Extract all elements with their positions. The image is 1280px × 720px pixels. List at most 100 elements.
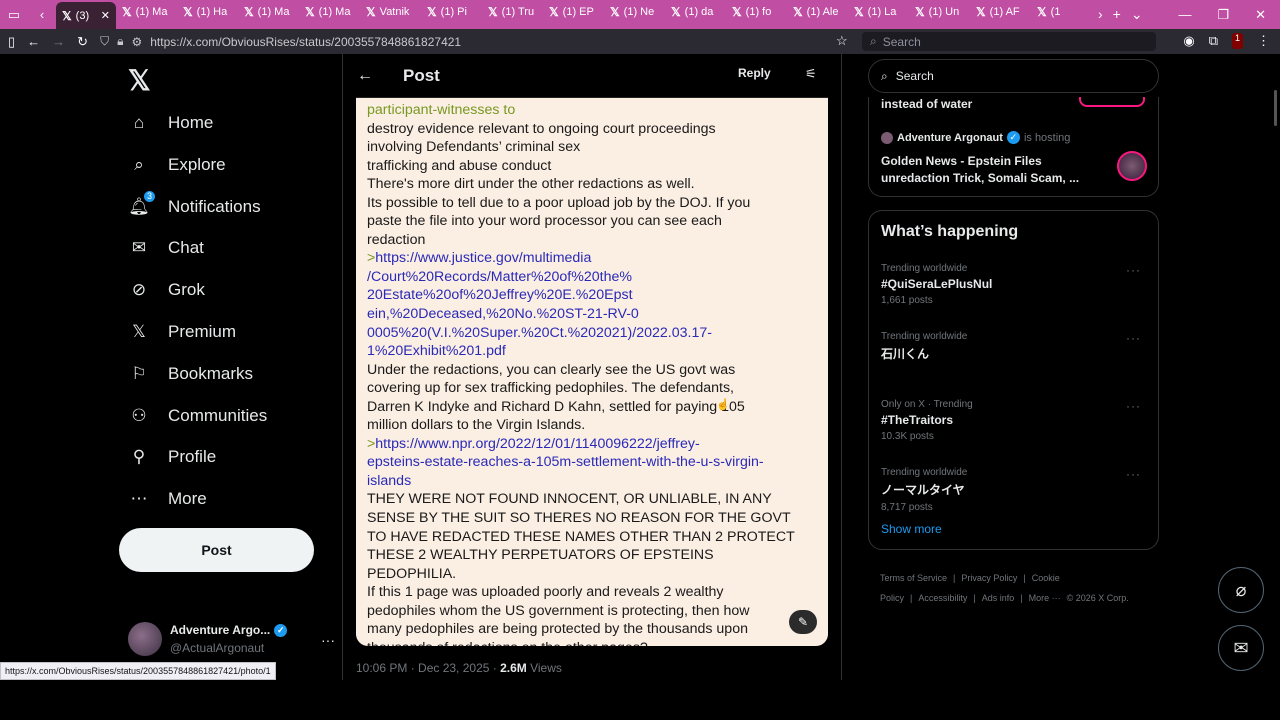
sidebar-item-home[interactable]: ⌂ Home [128,112,214,134]
browser-tab[interactable]: 𝕏 (1) Ma [116,0,177,24]
browser-tab[interactable]: 𝕏 (1) La [848,0,909,24]
footer-link[interactable]: Privacy Policy [961,573,1017,583]
browser-tab[interactable]: 𝕏 (1) Un [909,0,970,24]
browser-tab[interactable]: 𝕏 (1) AF [970,0,1031,24]
menu-icon[interactable]: ⋮ [1257,33,1270,49]
footer-link[interactable]: More ··· [1029,593,1061,603]
document-line: participant-witnesses to [367,101,818,120]
sidebar-item-notifications[interactable]: 🔔︎ 3 Notifications [128,189,261,218]
sidebar-item-profile[interactable]: ⚲ Profile [128,446,216,468]
host-name[interactable]: Adventure Argonaut [897,132,1003,144]
browser-tab[interactable]: 𝕏 Vatnik [360,0,421,24]
more-dots-icon[interactable]: ··· [321,632,335,648]
document-line: redaction [367,231,818,250]
scrollbar[interactable] [1274,90,1277,126]
account-switcher[interactable]: Adventure Argo... ✓ @ActualArgonaut ··· [128,622,335,656]
more-dots-icon[interactable]: ··· [1126,331,1141,345]
line-text: many pedophiles are being protected by t… [367,621,748,638]
ublock-icon[interactable]: 1 [1231,33,1243,49]
x-favicon-icon: 𝕏 [915,5,925,19]
account-icon[interactable]: ◉ [1183,33,1194,49]
permissions-icon[interactable]: ⚙ [131,35,142,49]
tab-list-icon[interactable]: ⌄ [1131,6,1143,23]
post-timestamp[interactable]: 10:06 PM · Dec 23, 2025 · [356,661,500,675]
browser-tab[interactable]: 𝕏 (1) Ha [177,0,238,24]
grok-fab-icon[interactable]: ⌀ [1218,567,1264,613]
x-favicon-icon: 𝕏 [671,5,681,19]
show-more-link[interactable]: Show more [881,522,942,536]
more-dots-icon[interactable]: ··· [1126,467,1141,481]
close-tab-icon[interactable]: ✕ [101,9,110,22]
browser-tab[interactable]: 𝕏 (1) da [665,0,726,24]
x-favicon-icon: 𝕏 [549,5,559,19]
line-text: 20Estate%20of%20Jeffrey%20E.%20Epst [367,287,633,304]
sidebar-toggle-icon[interactable]: ▯ [8,34,15,50]
browser-tab[interactable]: 𝕏 (1) Tru [482,0,543,24]
new-tab-icon[interactable]: + [1113,6,1121,23]
x-logo-icon[interactable]: 𝕏 [128,64,151,97]
forward-icon[interactable]: → [52,34,65,49]
space-thumbnail[interactable] [1117,151,1147,181]
sidebar-item-communities[interactable]: ⚇ Communities [128,405,267,427]
browser-tab[interactable]: 𝕏 (3) ✕ [56,2,116,29]
footer-link[interactable]: Accessibility [918,593,967,603]
notification-badge: 3 [143,189,156,203]
post-button[interactable]: Post [119,528,314,572]
post-image[interactable]: participant-witnesses to destroy evidence… [356,97,828,646]
document-line: PEDOPHILIA. [367,565,818,584]
tab-overview-icon[interactable]: ▭ [0,0,28,29]
url-text[interactable]: https://x.com/ObviousRises/status/200355… [150,35,461,49]
bookmark-star-icon[interactable]: ☆ [836,33,848,49]
back-icon[interactable]: ← [27,34,40,49]
space-host: Adventure Argonaut ✓ is hosting [881,131,1070,144]
more-dots-icon[interactable]: ··· [1126,399,1141,413]
image-edit-icon[interactable]: ✎ [789,610,817,634]
browser-search-input[interactable]: ⌕ Search [862,32,1156,51]
close-window-icon[interactable]: ✕ [1255,7,1266,23]
more-dots-icon[interactable]: ··· [1126,263,1141,277]
line-text: covering up for sex trafficking pedophil… [367,380,735,397]
sidebar-item-chat[interactable]: ✉ Chat [128,237,204,259]
views-label: Views [526,661,562,675]
url-bar[interactable]: ⛉ 🔒︎ ⚙ https://x.com/ObviousRises/status… [100,34,780,49]
footer-link[interactable]: Ads info [982,593,1015,603]
tab-scroll-left-icon[interactable]: ‹ [28,0,56,29]
shield-icon[interactable]: ⛉ [100,34,109,49]
line-text: ein,%20Deceased,%20No.%20ST-21-RV-0 [367,306,639,323]
browser-tab[interactable]: 𝕏 (1) EP [543,0,604,24]
document-line: THESE 2 WEALTHY PERPETUATORS OF EPSTEINS [367,546,818,565]
trend-item[interactable]: Only on X · Trending #TheTraitors 10.3K po… [881,399,1151,442]
trend-item[interactable]: Trending worldwide ノーマルタイヤ 8,717 posts ··· [881,467,1151,513]
browser-tab[interactable]: 𝕏 (1 [1031,0,1092,24]
search-input[interactable]: ⌕ Search [868,59,1159,93]
tab-scroll-right-icon[interactable]: › [1098,6,1103,23]
browser-tab[interactable]: 𝕏 (1) Ma [299,0,360,24]
trend-item[interactable]: Trending worldwide 石川くん ··· [881,331,1151,366]
sidebar-item-explore[interactable]: ⌕ Explore [128,154,225,176]
sidebar-item-premium[interactable]: 𝕏 Premium [128,321,236,343]
tune-settings-icon[interactable]: ⚟ [805,66,817,82]
browser-tab[interactable]: 𝕏 (1) Ma [238,0,299,24]
browser-tab[interactable]: 𝕏 (1) fo [726,0,787,24]
x-favicon-icon: 𝕏 [610,5,620,19]
spaces-card[interactable]: instead of water Adventure Argonaut ✓ is… [868,97,1159,197]
sidebar-item-more[interactable]: ⋯ More [128,488,207,510]
browser-tab-bar: ▭ ‹ 𝕏 (3) ✕ 𝕏 (1) Ma 𝕏 (1) Ha 𝕏 (1) Ma 𝕏 (1) Ma 𝕏 Va… [0,0,1280,29]
back-arrow-icon[interactable]: ← [357,67,377,85]
browser-tab[interactable]: 𝕏 (1) Ne [604,0,665,24]
footer-link[interactable]: © 2026 X Corp. [1067,593,1129,603]
home-icon: ⌂ [133,113,145,132]
reply-button[interactable]: Reply [738,66,771,80]
restore-icon[interactable]: ❐ [1217,7,1229,23]
browser-tab[interactable]: 𝕏 (1) Pi [421,0,482,24]
browser-tab[interactable]: 𝕏 (1) Ale [787,0,848,24]
live-pill[interactable] [1079,97,1145,107]
reload-icon[interactable]: ↻ [77,34,88,50]
extensions-icon[interactable]: ⧉ [1209,33,1218,49]
trend-item[interactable]: Trending worldwide #QuiSeraLePlusNul 1,661… [881,263,1151,306]
footer-link[interactable]: Terms of Service [880,573,947,583]
sidebar-item-bookmarks[interactable]: ⚐ Bookmarks [128,363,253,385]
minimize-icon[interactable]: — [1178,7,1191,23]
messages-fab-icon[interactable]: ✉ [1218,625,1264,671]
sidebar-item-grok[interactable]: ⊘ Grok [128,279,205,301]
